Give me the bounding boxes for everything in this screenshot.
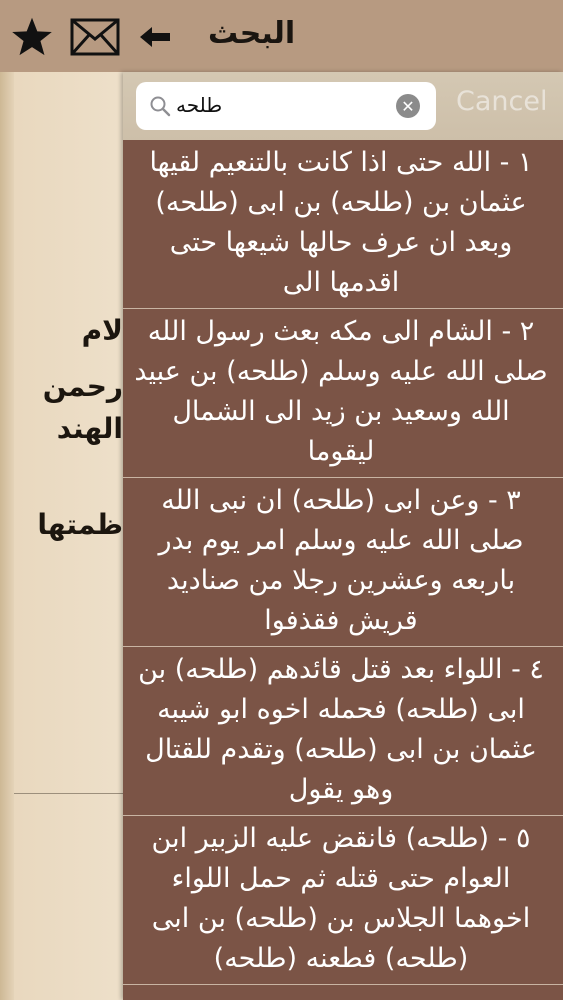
result-line: صلى الله عليه وسلم (طلحه) بن عبيد	[134, 356, 548, 387]
search-results-list: ١ - الله حتى اذا كانت بالتنعيم لقيها عثم…	[123, 140, 563, 1000]
result-line: الله وسعيد بن زيد الى الشمال	[172, 396, 510, 427]
result-line: ليقوما	[307, 436, 375, 467]
result-line: وهو يقول	[288, 774, 394, 805]
result-line: ٥ - (طلحه) فانقض عليه الزبير ابن	[151, 823, 531, 854]
close-icon: ✕	[401, 96, 415, 116]
background-text-line: لام	[81, 314, 123, 347]
background-text-line: الهند	[56, 412, 123, 445]
result-line: صلى الله عليه وسلم امر يوم بدر	[158, 525, 524, 556]
result-line: العوام حتى قتله ثم حمل اللواء	[171, 863, 511, 894]
favorites-button[interactable]	[8, 14, 56, 60]
back-button[interactable]	[135, 14, 175, 60]
result-line: وبعد ان عرف حالها شيعها حتى	[169, 227, 513, 258]
background-text-line: ظمتها	[37, 508, 123, 541]
search-bar: طلحه ✕ Cancel	[123, 72, 563, 140]
result-line: ١ - الله حتى اذا كانت بالتنعيم لقيها	[149, 147, 533, 178]
search-result-item[interactable]: ٤ - اللواء بعد قتل قائدهم (طلحه) بن ابى …	[123, 647, 563, 816]
result-line: ٣ - وعن ابى (طلحه) ان نبى الله	[161, 485, 521, 516]
page-title: البحث	[208, 16, 296, 51]
result-line: اخوهما الجلاس بن (طلحه) بن ابى	[151, 903, 531, 934]
search-input[interactable]: طلحه ✕	[136, 82, 436, 130]
clear-search-button[interactable]: ✕	[396, 94, 420, 118]
result-line: ٢ - الشام الى مكه بعث رسول الله	[147, 316, 535, 347]
search-result-item[interactable]: ٣ - وعن ابى (طلحه) ان نبى الله صلى الله …	[123, 478, 563, 647]
cancel-button[interactable]: Cancel	[456, 86, 547, 117]
search-result-item[interactable]: ٥ - (طلحه) فانقض عليه الزبير ابن العوام …	[123, 816, 563, 985]
star-icon	[12, 17, 52, 56]
page-seam	[0, 0, 14, 1000]
result-line: اقدمها الى	[282, 267, 400, 298]
result-line: ابى (طلحه) فحمله اخوه ابو شيبه	[157, 694, 525, 725]
result-line: باربعه وعشرين رجلا من صناديد	[166, 565, 516, 596]
mail-button[interactable]	[68, 14, 122, 60]
result-line: ٤ - اللواء بعد قتل قائدهم (طلحه) بن	[138, 654, 544, 685]
search-icon	[150, 96, 171, 117]
result-line: (طلحه) فطعنه (طلحه)	[213, 943, 469, 974]
search-result-item[interactable]: ١ - الله حتى اذا كانت بالتنعيم لقيها عثم…	[123, 140, 563, 309]
search-overlay: طلحه ✕ Cancel ١ - الله حتى اذا كانت بالت…	[123, 72, 563, 1000]
result-line: عثمان بن (طلحه) بن ابى (طلحه)	[155, 187, 527, 218]
background-text-line: رحمن	[42, 370, 123, 403]
search-result-item[interactable]: ٢ - الشام الى مكه بعث رسول الله صلى الله…	[123, 309, 563, 478]
result-line: عثمان بن ابى (طلحه) وتقدم للقتال	[145, 734, 537, 765]
envelope-icon	[70, 18, 120, 56]
navigation-bar: البحث	[0, 0, 563, 72]
arrow-left-icon	[140, 27, 170, 47]
search-query[interactable]: طلحه	[176, 93, 396, 117]
result-line: قريش فقذفوا	[264, 605, 418, 636]
